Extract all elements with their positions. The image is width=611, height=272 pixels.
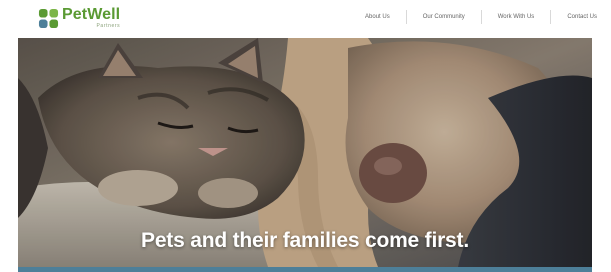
brand-name: PetWell — [62, 6, 121, 23]
site-header: PetWell Partners About Us Our Community … — [0, 0, 611, 38]
nav-contact-us[interactable]: Contact Us — [567, 10, 597, 24]
paw-logo-icon — [38, 8, 59, 29]
hero-headline: Pets and their families come first. — [141, 229, 469, 252]
hero-banner: Pets and their families come first. — [18, 38, 592, 267]
logo[interactable]: PetWell Partners — [38, 6, 121, 30]
nav-divider — [480, 10, 482, 24]
nav-divider — [550, 10, 552, 24]
nav-our-community[interactable]: Our Community — [423, 10, 465, 24]
nav-about-us[interactable]: About Us — [365, 10, 390, 24]
nav-work-with-us[interactable]: Work With Us — [498, 10, 535, 24]
main-nav: About Us Our Community Work With Us Cont… — [365, 10, 597, 24]
accent-strip — [18, 267, 592, 272]
nav-divider — [405, 10, 407, 24]
